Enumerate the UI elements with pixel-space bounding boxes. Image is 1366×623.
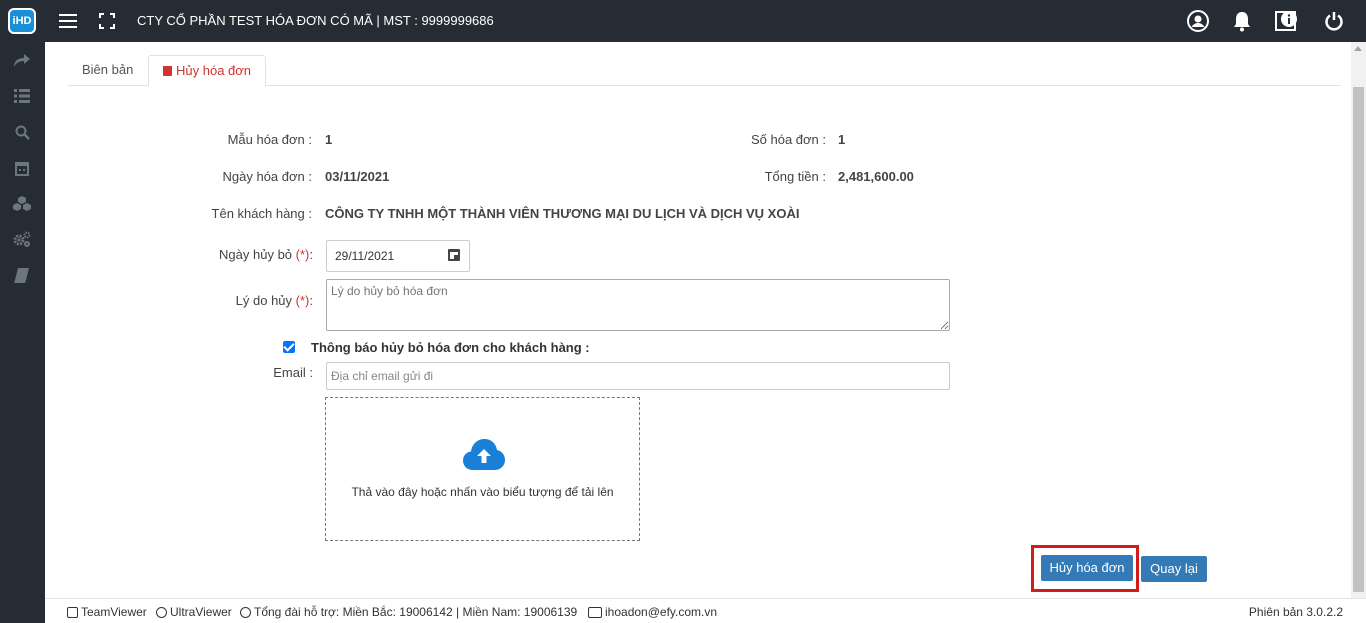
bell-icon[interactable] [1230,9,1254,33]
ly-do-huy-label: Lý do hủy (*): [235,293,313,308]
version-text: Phiên bản 3.0.2.2 [1248,605,1343,619]
tong-tien-label: Tổng tiền : [764,169,826,184]
envelope-icon [588,607,602,618]
share-icon[interactable] [12,52,32,70]
cloud-upload-icon[interactable] [463,438,505,472]
info-icon[interactable] [1275,9,1299,33]
calendar-icon[interactable] [12,159,32,177]
ultraviewer-link[interactable]: UltraViewer [156,605,232,619]
so-hoa-don-label: Số hóa đơn : [750,132,826,147]
mau-hoa-don-value: 1 [325,132,333,147]
email-input[interactable]: Địa chỉ email gửi đi [326,362,950,390]
notify-customer-checkbox[interactable] [283,341,295,353]
power-icon[interactable] [1322,9,1346,33]
required-mark: (*) [295,293,310,308]
app-logo[interactable]: iHD [8,8,36,34]
ngay-huy-bo-value: 29/11/2021 [335,249,395,263]
required-mark: (*) [295,247,310,262]
vertical-scrollbar[interactable] [1351,42,1366,598]
phone-icon [240,607,251,618]
ngay-huy-bo-date-input[interactable]: 29/11/2021 [326,240,470,272]
cancel-invoice-button[interactable]: Hủy hóa đơn [1041,555,1133,581]
top-bar: iHD CTY CỔ PHẦN TEST HÓA ĐƠN CÓ MÃ | MST… [0,0,1366,42]
support-email-link[interactable]: ihoadon@efy.com.vn [588,605,717,619]
ultraviewer-icon [156,607,167,618]
teamviewer-icon [67,607,78,618]
dropzone-text: Thả vào đây hoặc nhấn vào biểu tượng để … [351,485,614,499]
tab-bien-ban[interactable]: Biên bản [68,55,147,86]
company-title: CTY CỔ PHẦN TEST HÓA ĐƠN CÓ MÃ | MST : 9… [137,13,494,28]
teamviewer-link[interactable]: TeamViewer [67,605,147,619]
file-dropzone[interactable]: Thả vào đây hoặc nhấn vào biểu tượng để … [325,397,640,541]
ngay-huy-bo-label: Ngày hủy bỏ (*): [219,247,313,262]
cogs-icon[interactable] [12,230,32,248]
ten-khach-hang-value: CÔNG TY TNHH MỘT THÀNH VIÊN THƯƠNG MẠI D… [325,206,800,221]
so-hoa-don-value: 1 [838,132,846,147]
email-label: Email : [273,365,313,380]
scrollbar-thumb[interactable] [1353,87,1364,592]
list-icon[interactable] [12,87,32,105]
sidebar [0,42,45,623]
back-button[interactable]: Quay lại [1141,556,1207,582]
ten-khach-hang-label: Tên khách hàng : [211,206,312,221]
tong-tien-value: 2,481,600.00 [838,169,914,184]
tab-huy-hoa-don[interactable]: Hủy hóa đơn [148,55,267,87]
tab-bar: Biên bản Hủy hóa đơn [68,55,1341,87]
tab-huy-hoa-don-label: Hủy hóa đơn [176,63,252,78]
cubes-icon[interactable] [12,195,32,213]
mau-hoa-don-label: Mẫu hóa đơn : [227,132,312,147]
notify-customer-label: Thông báo hủy bỏ hóa đơn cho khách hàng … [311,340,590,355]
user-icon[interactable] [1186,9,1210,33]
footer: TeamViewer UltraViewer Tổng đài hỗ trợ: … [45,598,1366,623]
calendar-picker-icon[interactable] [448,249,460,261]
ngay-hoa-don-label: Ngày hóa đơn : [222,169,312,184]
search-icon[interactable] [12,123,32,141]
book-icon[interactable] [12,266,32,284]
trash-icon [163,66,172,76]
ly-do-huy-textarea[interactable] [326,279,950,331]
menu-icon[interactable] [56,9,80,33]
hotline-text: Tổng đài hỗ trợ: Miền Bắc: 19006142 | Mi… [240,605,577,619]
ngay-hoa-don-value: 03/11/2021 [325,169,390,184]
scroll-up-arrow-icon[interactable] [1354,46,1362,51]
fullscreen-icon[interactable] [95,9,119,33]
